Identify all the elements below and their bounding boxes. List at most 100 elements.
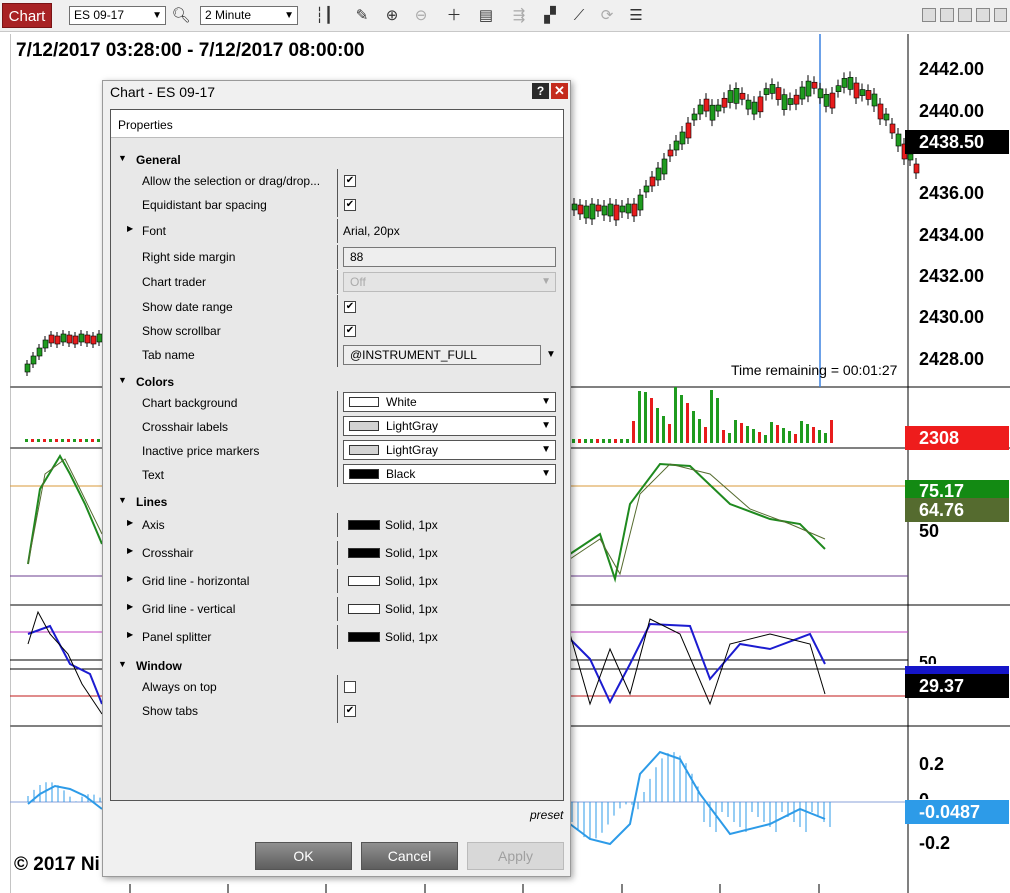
category-window[interactable]: ▼ Window xyxy=(111,654,563,676)
zoom-out-icon[interactable]: ⊖ xyxy=(411,6,431,26)
stroke-value[interactable]: Solid, 1px xyxy=(385,518,438,532)
minimize-button[interactable] xyxy=(958,8,972,22)
text-color-select[interactable]: Black ▼ xyxy=(343,464,556,484)
chart-style-icon[interactable]: ┆┃ xyxy=(314,6,334,26)
volume-bar xyxy=(806,424,809,443)
candle xyxy=(78,333,85,343)
pencil-icon[interactable]: ✎ xyxy=(352,6,372,26)
apply-button[interactable]: Apply xyxy=(467,842,564,870)
interval-selector[interactable]: 2 Minute ▼ xyxy=(200,6,298,25)
property-row-axis[interactable]: ▶ Axis Solid, 1px xyxy=(111,513,563,537)
volume-bar xyxy=(31,439,34,442)
drawing-tools-icon[interactable]: ▞ xyxy=(540,6,560,26)
expand-icon[interactable]: ▶ xyxy=(127,574,133,583)
collapse-icon: ▼ xyxy=(118,375,127,385)
category-general[interactable]: ▼ General xyxy=(111,148,563,170)
volume-bar xyxy=(710,390,713,443)
preset-link[interactable]: preset xyxy=(530,808,563,822)
property-row-grid-vertical[interactable]: ▶ Grid line - vertical Solid, 1px xyxy=(111,597,563,621)
instrument-selector[interactable]: ES 09-17 ▼ xyxy=(69,6,166,25)
candle xyxy=(859,89,866,96)
window-button-2[interactable] xyxy=(940,8,954,22)
property-row-crosshair[interactable]: ▶ Crosshair Solid, 1px xyxy=(111,541,563,565)
search-icon[interactable]: 🔍︎ xyxy=(171,6,191,26)
candle xyxy=(625,203,632,214)
stochastic-line xyxy=(27,454,103,565)
crosshair-labels-select[interactable]: LightGray ▼ xyxy=(343,416,556,436)
property-row-font[interactable]: ▶ Font Arial, 20px xyxy=(111,219,563,243)
color-name: Black xyxy=(386,467,416,481)
property-label: Always on top xyxy=(142,680,217,694)
property-row-panel-splitter[interactable]: ▶ Panel splitter Solid, 1px xyxy=(111,625,563,649)
volume-marker: 2308 xyxy=(905,426,1009,450)
close-button[interactable]: ✕ xyxy=(551,83,568,99)
property-label: Equidistant bar spacing xyxy=(142,198,267,212)
show-scrollbar-checkbox[interactable]: ✔ xyxy=(344,325,356,337)
candle xyxy=(871,93,878,107)
candle xyxy=(595,204,602,212)
property-label: Crosshair xyxy=(142,546,194,560)
close-window-button[interactable] xyxy=(994,8,1007,22)
properties-list-icon[interactable]: ☰ xyxy=(626,6,646,26)
candle xyxy=(745,99,752,110)
show-date-range-checkbox[interactable]: ✔ xyxy=(344,301,356,313)
bar-range-icon[interactable]: ⇶ xyxy=(509,6,529,26)
crosshair-icon[interactable]: ＋ xyxy=(444,6,464,26)
chart-background-select[interactable]: White ▼ xyxy=(343,392,556,412)
volume-bar xyxy=(25,439,28,442)
volume-bar xyxy=(67,439,70,442)
ok-button[interactable]: OK xyxy=(255,842,352,870)
stroke-swatch xyxy=(348,604,380,614)
help-button[interactable]: ? xyxy=(532,83,549,99)
candle xyxy=(577,204,584,215)
chevron-down-icon[interactable]: ▼ xyxy=(546,349,556,360)
tab-name-input[interactable]: @INSTRUMENT_FULL xyxy=(343,345,541,365)
data-box-icon[interactable]: ▤ xyxy=(476,6,496,26)
stroke-value[interactable]: Solid, 1px xyxy=(385,630,438,644)
category-lines[interactable]: ▼ Lines xyxy=(111,490,563,512)
candle xyxy=(823,94,830,107)
font-value[interactable]: Arial, 20px xyxy=(343,224,400,238)
stroke-value[interactable]: Solid, 1px xyxy=(385,546,438,560)
candle xyxy=(847,77,854,90)
color-name: White xyxy=(386,395,417,409)
candle xyxy=(895,133,902,147)
expand-icon[interactable]: ▶ xyxy=(127,546,133,555)
property-row-allow-selection: Allow the selection or drag/drop... ✔ xyxy=(111,169,563,193)
expand-icon[interactable]: ▶ xyxy=(127,224,133,233)
property-row-grid-horizontal[interactable]: ▶ Grid line - horizontal Solid, 1px xyxy=(111,569,563,593)
reload-icon[interactable]: ⟳ xyxy=(597,6,617,26)
stroke-value[interactable]: Solid, 1px xyxy=(385,574,438,588)
stroke-value[interactable]: Solid, 1px xyxy=(385,602,438,616)
window-button-1[interactable] xyxy=(922,8,936,22)
indicators-icon[interactable]: ⟋ xyxy=(569,6,589,26)
always-on-top-checkbox[interactable] xyxy=(344,681,356,693)
tab-chart[interactable]: Chart xyxy=(2,3,52,28)
equidistant-checkbox[interactable]: ✔ xyxy=(344,199,356,211)
volume-bar xyxy=(572,439,575,443)
date-range-label: 7/12/2017 03:28:00 - 7/12/2017 08:00:00 xyxy=(16,40,365,61)
property-label: Inactive price markers xyxy=(142,444,260,458)
allow-selection-checkbox[interactable]: ✔ xyxy=(344,175,356,187)
cancel-button[interactable]: Cancel xyxy=(361,842,458,870)
property-label: Allow the selection or drag/drop... xyxy=(142,174,321,188)
show-tabs-checkbox[interactable]: ✔ xyxy=(344,705,356,717)
zoom-in-icon[interactable]: ⊕ xyxy=(382,6,402,26)
candle xyxy=(733,88,740,104)
chart-trader-select[interactable]: Off ▼ xyxy=(343,272,556,292)
copyright-label: © 2017 Ni xyxy=(14,854,100,875)
property-row-always-on-top: Always on top xyxy=(111,675,563,699)
price-axis-label: 2440.00 xyxy=(919,101,985,121)
maximize-button[interactable] xyxy=(976,8,990,22)
property-row-show-tabs: Show tabs ✔ xyxy=(111,699,563,723)
candle xyxy=(799,86,806,100)
stroke-swatch xyxy=(348,520,380,530)
expand-icon[interactable]: ▶ xyxy=(127,602,133,611)
expand-icon[interactable]: ▶ xyxy=(127,518,133,527)
expand-icon[interactable]: ▶ xyxy=(127,630,133,639)
volume-bar xyxy=(716,398,719,443)
inactive-markers-select[interactable]: LightGray ▼ xyxy=(343,440,556,460)
category-colors[interactable]: ▼ Colors xyxy=(111,370,563,392)
right-margin-input[interactable]: 88 xyxy=(343,247,556,267)
volume-bar xyxy=(728,433,731,443)
